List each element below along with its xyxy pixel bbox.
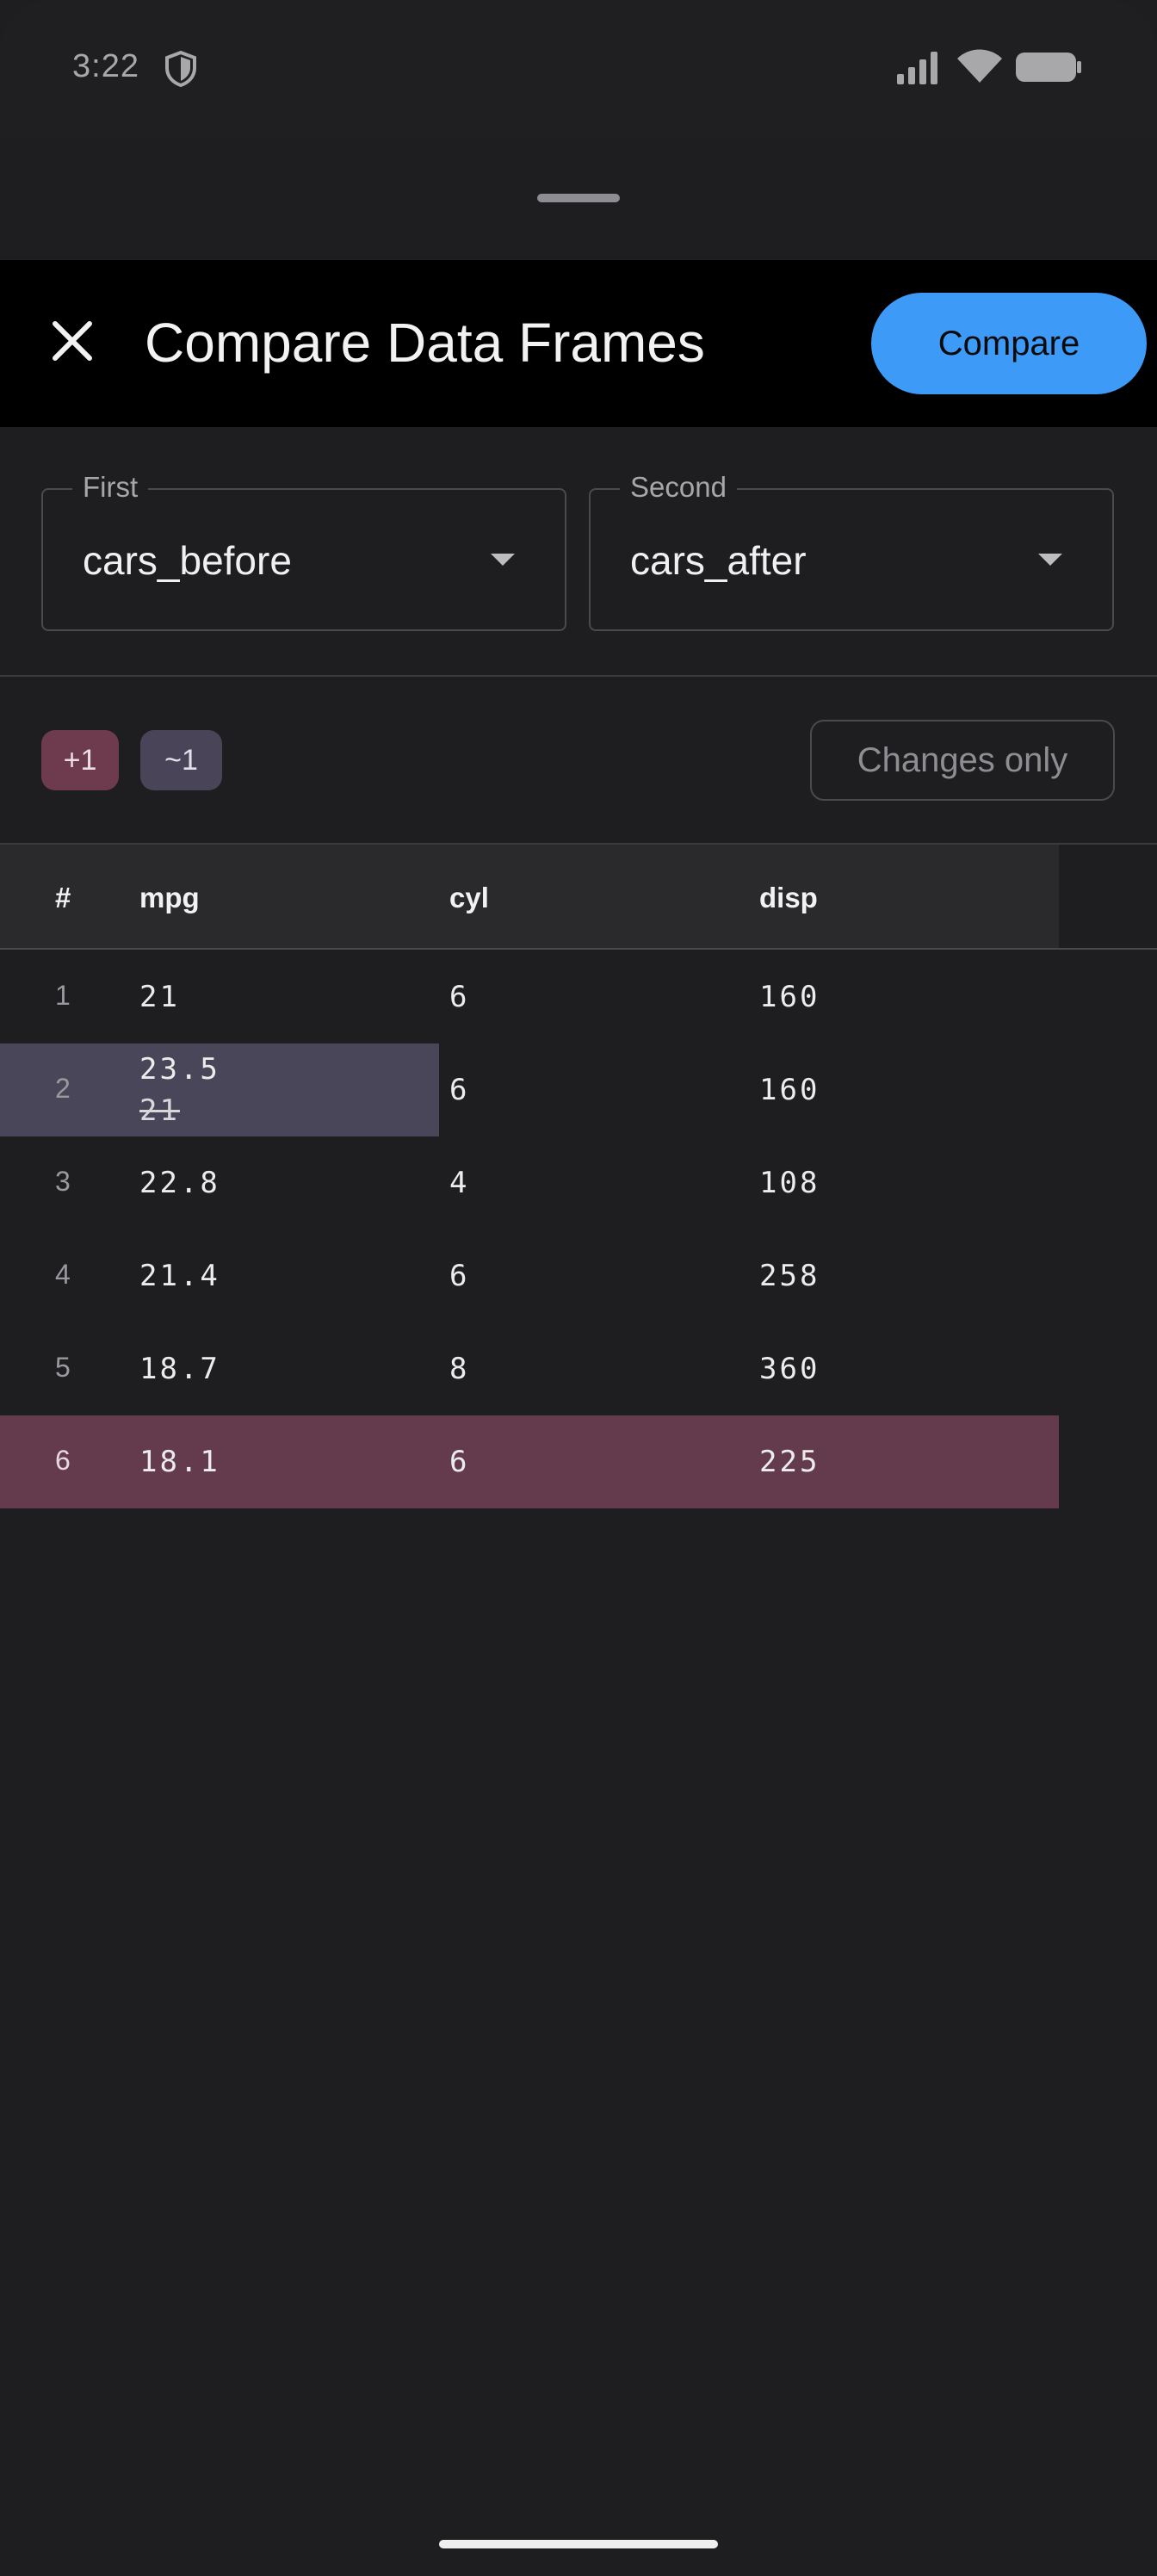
- cell-mpg: 18.1: [139, 1445, 220, 1479]
- row-index: 6: [55, 1445, 71, 1476]
- cell-cyl: 6: [449, 1259, 470, 1293]
- compare-button[interactable]: Compare: [871, 293, 1147, 394]
- added-rows-badge: +1: [41, 730, 119, 790]
- first-dataframe-select[interactable]: First cars_before: [41, 471, 566, 631]
- cell-mpg: 22.8: [139, 1166, 220, 1200]
- wifi-icon: [957, 49, 1002, 83]
- cell-disp: 108: [759, 1166, 820, 1200]
- drag-handle[interactable]: [537, 194, 620, 202]
- second-select-label: Second: [620, 471, 737, 504]
- dropdown-arrow-icon: [1038, 554, 1062, 566]
- row-index: 3: [55, 1166, 71, 1197]
- row-index: 4: [55, 1259, 71, 1290]
- row-index: 2: [55, 1073, 71, 1104]
- column-header-disp: disp: [759, 882, 818, 913]
- cell-cyl: 6: [449, 980, 470, 1014]
- cell-mpg: 21: [139, 980, 180, 1014]
- column-header-mpg: mpg: [139, 882, 200, 913]
- dropdown-arrow-icon: [491, 554, 515, 566]
- cell-cyl: 8: [449, 1352, 470, 1386]
- changed-cells-badge: ~1: [140, 730, 222, 790]
- shield-icon: [165, 50, 196, 88]
- status-time: 3:22: [72, 48, 139, 84]
- battery-icon: [1016, 53, 1081, 82]
- cell-disp: 225: [759, 1445, 820, 1479]
- cell-cyl: 6: [449, 1445, 470, 1479]
- changes-only-toggle[interactable]: Changes only: [810, 720, 1115, 801]
- row-index: 1: [55, 980, 71, 1011]
- column-header-cyl: cyl: [449, 882, 489, 913]
- cell-mpg-old: 21: [139, 1093, 180, 1128]
- cell-disp: 160: [759, 1073, 820, 1107]
- first-select-label: First: [72, 471, 149, 504]
- cell-disp: 360: [759, 1352, 820, 1386]
- home-indicator[interactable]: [439, 2540, 718, 2548]
- cell-mpg-new: 23.5: [139, 1052, 220, 1087]
- divider: [0, 675, 1157, 677]
- row-index: 5: [55, 1352, 71, 1383]
- second-dataframe-select[interactable]: Second cars_after: [589, 471, 1114, 631]
- second-select-value: cars_after: [630, 538, 807, 583]
- cell-cyl: 6: [449, 1073, 470, 1107]
- cell-disp: 258: [759, 1259, 820, 1293]
- cell-disp: 160: [759, 980, 820, 1014]
- cell-cyl: 4: [449, 1166, 470, 1200]
- page-title: Compare Data Frames: [145, 312, 705, 374]
- table-header-divider: [0, 948, 1157, 950]
- cell-mpg: 21.4: [139, 1259, 220, 1293]
- column-header-index: #: [55, 882, 71, 913]
- cell-mpg: 18.7: [139, 1352, 220, 1386]
- first-select-value: cars_before: [83, 538, 292, 583]
- cellular-signal-icon: [897, 52, 937, 84]
- close-icon[interactable]: [41, 310, 103, 372]
